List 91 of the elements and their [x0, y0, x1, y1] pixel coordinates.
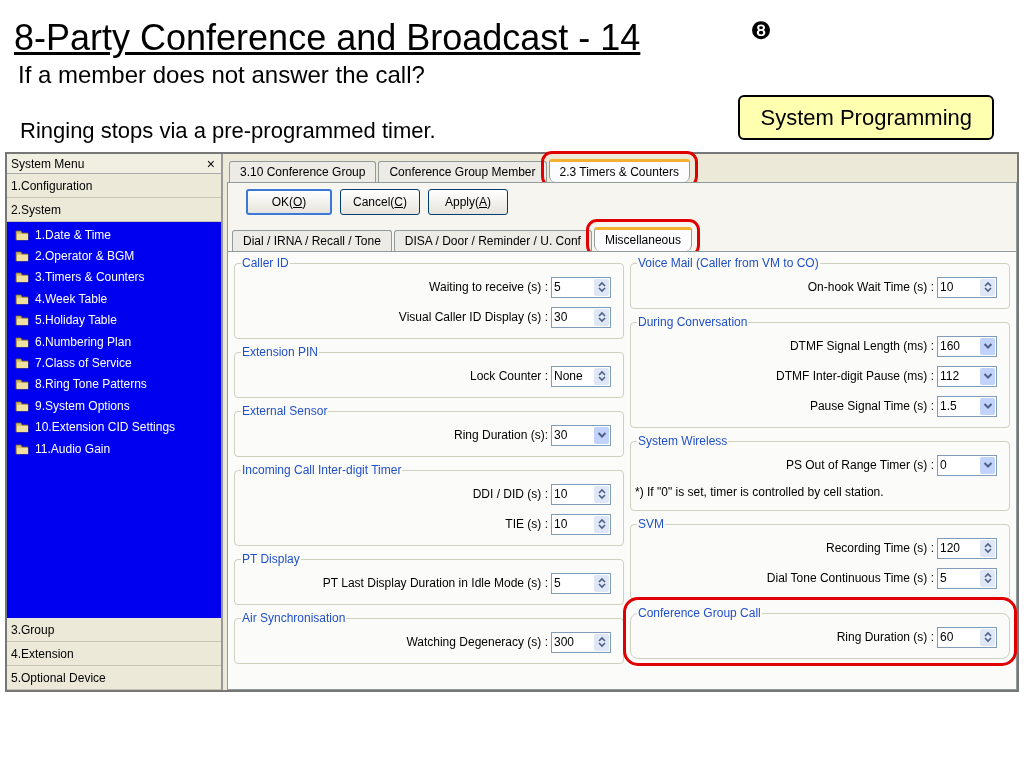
- field-label: DTMF Signal Length (ms) :: [789, 338, 934, 355]
- tab[interactable]: DISA / Door / Reminder / U. Conf: [393, 230, 592, 251]
- spin-field[interactable]: 300: [551, 631, 611, 653]
- section-title: Extension PIN: [241, 344, 320, 361]
- field-label: Dial Tone Continuous Time (s) :: [766, 570, 934, 587]
- section-title: Voice Mail (Caller from VM to CO): [637, 255, 820, 272]
- menu-item[interactable]: 3.Timers & Counters: [7, 266, 221, 289]
- folder-icon: [15, 399, 29, 412]
- panel-title: System Menu: [11, 155, 85, 173]
- section-title: System Wireless: [637, 433, 729, 450]
- dropdown-field[interactable]: 112: [937, 365, 997, 387]
- folder-icon: [15, 292, 29, 305]
- field-label: TIE (s) :: [505, 516, 548, 533]
- menu-item[interactable]: 6.Numbering Plan: [7, 330, 221, 353]
- slide-number: ❽: [750, 18, 772, 44]
- slide-title: 8-Party Conference and Broadcast - 14: [14, 18, 641, 58]
- spin-field[interactable]: None: [551, 365, 611, 387]
- field-label: Recording Time (s) :: [825, 540, 934, 557]
- spin-field[interactable]: 30: [551, 306, 611, 328]
- folder-icon: [15, 421, 29, 434]
- slide-caption: Ringing stops via a pre-programmed timer.: [20, 116, 436, 145]
- spin-field[interactable]: 10: [551, 513, 611, 535]
- folder-icon: [15, 335, 29, 348]
- spinner-arrows-icon[interactable]: [980, 628, 995, 646]
- spin-field[interactable]: 5: [551, 572, 611, 594]
- field-label: Visual Caller ID Display (s) :: [398, 309, 548, 326]
- spinner-arrows-icon[interactable]: [980, 278, 995, 296]
- section-badge: System Programming: [738, 94, 994, 140]
- dialog-button[interactable]: Cancel(C): [340, 189, 420, 215]
- field-label: DTMF Inter-digit Pause (ms) :: [775, 368, 934, 385]
- section-title: Incoming Call Inter-digit Timer: [241, 462, 403, 479]
- folder-icon: [15, 442, 29, 455]
- section-title: During Conversation: [637, 314, 749, 331]
- dialog-button[interactable]: OK(O): [246, 189, 332, 215]
- note-text: *) If "0" is set, timer is controlled by cell station.: [635, 484, 885, 501]
- dropdown-field[interactable]: 30: [551, 424, 611, 446]
- menu-item[interactable]: 1.Date & Time: [7, 224, 221, 246]
- spin-field[interactable]: 10: [551, 483, 611, 505]
- field-label: PS Out of Range Timer (s) :: [785, 457, 934, 474]
- field-label: Ring Duration (s):: [453, 427, 548, 444]
- dropdown-field[interactable]: 1.5: [937, 395, 997, 417]
- folder-icon: [15, 250, 29, 263]
- folder-icon: [15, 314, 29, 327]
- section-title: PT Display: [241, 551, 301, 568]
- spinner-arrows-icon[interactable]: [594, 633, 609, 651]
- menu-item[interactable]: 5.Holiday Table: [7, 309, 221, 331]
- folder-icon: [15, 228, 29, 241]
- tab[interactable]: Conference Group Member: [378, 161, 547, 182]
- spinner-arrows-icon[interactable]: [594, 574, 609, 592]
- spin-field[interactable]: 5: [551, 276, 611, 298]
- section-title: Conference Group Call: [637, 605, 762, 622]
- spinner-arrows-icon[interactable]: [594, 278, 609, 296]
- close-button[interactable]: ×: [204, 156, 217, 171]
- spinner-arrows-icon[interactable]: [980, 569, 995, 587]
- field-label: Pause Signal Time (s) :: [809, 398, 934, 415]
- section-title: External Sensor: [241, 403, 329, 420]
- field-label: Lock Counter :: [469, 368, 548, 385]
- spinner-arrows-icon[interactable]: [980, 539, 995, 557]
- spinner-arrows-icon[interactable]: [594, 485, 609, 503]
- spinner-arrows-icon[interactable]: [594, 308, 609, 326]
- dialog-button[interactable]: Apply(A): [428, 189, 508, 215]
- menu-item[interactable]: 10.Extension CID Settings: [7, 416, 221, 438]
- spin-field[interactable]: 10: [937, 276, 997, 298]
- section-title: Caller ID: [241, 255, 290, 272]
- folder-icon: [15, 357, 29, 370]
- field-label: On-hook Wait Time (s) :: [807, 279, 934, 296]
- menu-item[interactable]: 8.Ring Tone Patterns: [7, 373, 221, 396]
- menu-item[interactable]: 11.Audio Gain: [7, 437, 221, 460]
- menu-item[interactable]: 7.Class of Service: [7, 352, 221, 374]
- field-label: Ring Duration (s) :: [836, 629, 934, 646]
- menu-item[interactable]: 2.Operator & BGM: [7, 245, 221, 267]
- field-label: Watching Degeneracy (s) :: [406, 634, 548, 651]
- spin-field[interactable]: 120: [937, 537, 997, 559]
- section-title: SVM: [637, 516, 665, 533]
- tab[interactable]: 3.10 Conference Group: [229, 161, 377, 182]
- menu-item[interactable]: 9.System Options: [7, 395, 221, 417]
- spinner-arrows-icon[interactable]: [594, 367, 609, 385]
- spin-field[interactable]: 60: [937, 626, 997, 648]
- section-title: Air Synchronisation: [241, 610, 347, 627]
- menu-item[interactable]: 4.Week Table: [7, 288, 221, 310]
- slide-subtitle: If a member does not answer the call?: [17, 60, 426, 90]
- spin-field[interactable]: 5: [937, 567, 997, 589]
- field-label: PT Last Display Duration in Idle Mode (s) :: [322, 575, 548, 592]
- dropdown-field[interactable]: 160: [937, 335, 997, 357]
- field-label: Waiting to receive (s) :: [429, 279, 548, 296]
- folder-icon: [15, 378, 29, 391]
- dropdown-field[interactable]: 0: [937, 454, 997, 476]
- field-label: DDI / DID (s) :: [472, 486, 548, 503]
- tab[interactable]: Dial / IRNA / Recall / Tone: [232, 230, 392, 251]
- spinner-arrows-icon[interactable]: [594, 515, 609, 533]
- folder-icon: [15, 271, 29, 284]
